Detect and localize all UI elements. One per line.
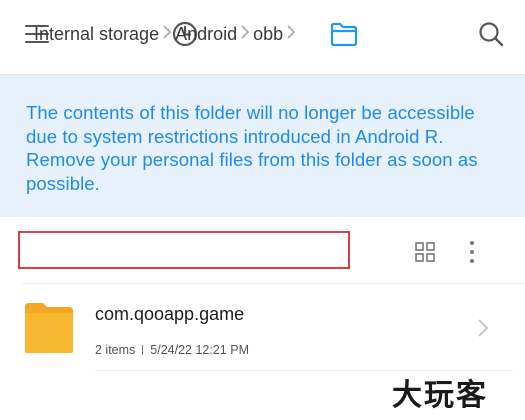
modified-date: 5/24/22 12:21 PM	[150, 343, 249, 357]
meta-separator	[142, 345, 144, 355]
list-item[interactable]: com.qooapp.game 2 items 5/24/22 12:21 PM	[0, 284, 525, 370]
file-meta: 2 items 5/24/22 12:21 PM	[95, 343, 249, 357]
breadcrumb-item-obb[interactable]: obb	[253, 24, 283, 45]
chevron-right-icon	[477, 318, 489, 343]
search-icon[interactable]	[474, 17, 508, 51]
chevron-right-icon	[162, 24, 172, 45]
watermark-logo: 大玩客	[392, 379, 488, 412]
file-name: com.qooapp.game	[95, 304, 245, 324]
breadcrumb-item-android[interactable]: Android	[175, 24, 237, 45]
folder-icon	[23, 301, 75, 355]
chevron-right-icon	[240, 24, 250, 45]
breadcrumb: Internal storage Android obb	[34, 24, 299, 45]
breadcrumb-item-internal-storage[interactable]: Internal storage	[34, 24, 159, 45]
grid-view-icon[interactable]	[414, 241, 436, 268]
breadcrumb-bar	[0, 217, 525, 283]
breadcrumb-highlight-box	[18, 231, 350, 269]
banner-message: The contents of this folder will no long…	[26, 102, 478, 194]
folder-icon[interactable]	[327, 17, 361, 51]
restriction-warning-banner: The contents of this folder will no long…	[0, 75, 525, 217]
chevron-right-icon	[286, 24, 296, 45]
item-count: 2 items	[95, 343, 136, 357]
more-vertical-icon[interactable]	[467, 239, 477, 270]
